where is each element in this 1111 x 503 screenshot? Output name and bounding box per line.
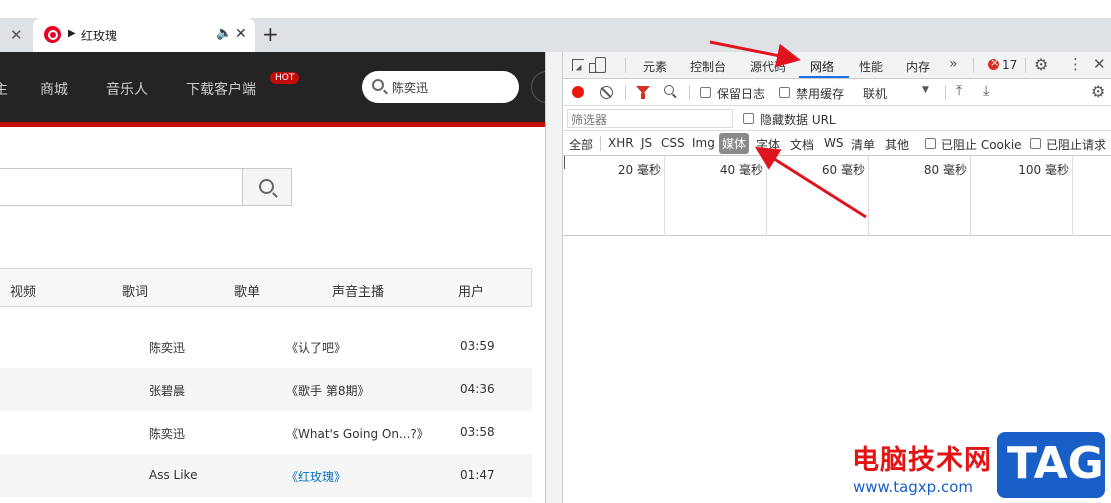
arrow-to-network-tab — [709, 40, 801, 68]
watermark-url: www.tagxp.com — [853, 478, 973, 496]
annotation-arrows — [709, 40, 867, 219]
watermark-text: 电脑技术网 — [852, 445, 992, 476]
watermark-tag-logo: TAG — [997, 432, 1105, 498]
arrow-to-media-filter — [754, 146, 867, 219]
